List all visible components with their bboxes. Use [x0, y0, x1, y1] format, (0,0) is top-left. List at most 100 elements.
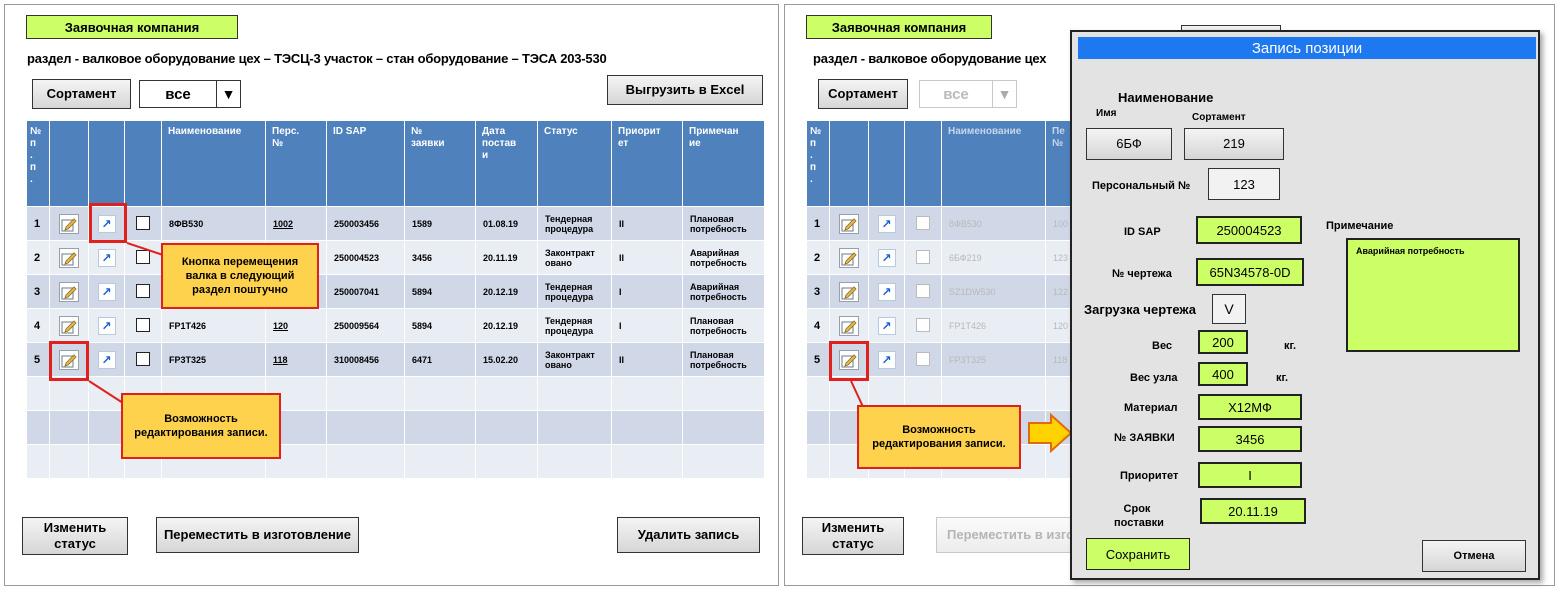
change-status-button[interactable]: Изменить статус — [22, 517, 128, 555]
name-field[interactable]: 6БФ — [1086, 128, 1172, 160]
move-arrow-icon[interactable]: ↗ — [877, 248, 896, 267]
move-arrow-icon[interactable]: ↗ — [97, 248, 116, 267]
drawing-upload-button[interactable]: V — [1212, 294, 1246, 324]
cell-edit[interactable] — [829, 240, 869, 275]
move-to-production-button[interactable]: Переместить в изготовление — [156, 517, 359, 553]
drawing-number-field[interactable]: 65N34578-0D — [1196, 258, 1304, 286]
edit-record-icon[interactable] — [839, 213, 859, 234]
dropdown-arrow-icon[interactable]: ▼ — [992, 81, 1016, 107]
move-arrow-icon[interactable]: ↗ — [877, 316, 896, 335]
filter-select[interactable]: все ▼ — [139, 80, 241, 108]
move-arrow-icon[interactable]: ↗ — [97, 316, 116, 335]
cell-check[interactable] — [904, 342, 942, 377]
company-button[interactable]: Заявочная компания — [806, 15, 992, 39]
col-header-num: № п . п . — [26, 120, 50, 207]
edit-record-icon[interactable] — [839, 281, 859, 302]
save-button[interactable]: Сохранить — [1086, 538, 1190, 570]
cell-edit[interactable] — [49, 240, 89, 275]
row-checkbox[interactable] — [136, 351, 150, 366]
weight-unit: кг. — [1284, 340, 1297, 352]
idsap-field[interactable]: 250004523 — [1196, 216, 1302, 244]
delivery-date-field[interactable]: 20.11.19 — [1200, 498, 1306, 524]
sortament-button[interactable]: Сортамент — [32, 79, 131, 109]
cell-edit[interactable] — [829, 274, 869, 309]
table-row[interactable]: 3 ↗ SZ1DW530 122 — [806, 274, 1107, 309]
row-checkbox[interactable] — [136, 317, 150, 332]
edit-record-icon[interactable] — [59, 213, 79, 234]
cell-move[interactable]: ↗ — [88, 274, 125, 309]
move-arrow-icon[interactable]: ↗ — [877, 350, 896, 369]
cell-edit[interactable] — [49, 308, 89, 343]
note-field[interactable]: Аварийная потребность — [1346, 238, 1520, 352]
cell-edit[interactable] — [829, 206, 869, 241]
cancel-button[interactable]: Отмена — [1422, 540, 1526, 572]
cell-move[interactable]: ↗ — [88, 308, 125, 343]
table-row[interactable]: 4 ↗ FP1T426 120 250009564 5894 20.12.19 … — [26, 308, 765, 343]
cell-move[interactable]: ↗ — [868, 206, 905, 241]
company-button[interactable]: Заявочная компания — [26, 15, 238, 39]
cell-move[interactable]: ↗ — [868, 274, 905, 309]
sortament-field[interactable]: 219 — [1184, 128, 1284, 160]
cell-move[interactable]: ↗ — [868, 342, 905, 377]
filter-select[interactable]: все ▼ — [919, 80, 1017, 108]
cell-check[interactable] — [124, 206, 162, 241]
edit-record-icon[interactable] — [59, 315, 79, 336]
cell-edit[interactable] — [829, 308, 869, 343]
node-weight-field[interactable]: 400 — [1198, 362, 1248, 386]
record-dialog: Запись позиции Наименование Имя Сортамен… — [1070, 30, 1540, 580]
move-arrow-icon[interactable]: ↗ — [877, 282, 896, 301]
edit-record-icon[interactable] — [839, 247, 859, 268]
drawing-upload-label: Загрузка чертежа — [1084, 302, 1197, 317]
export-excel-button[interactable]: Выгрузить в Excel — [607, 75, 763, 105]
row-checkbox[interactable] — [136, 283, 150, 298]
edit-record-icon[interactable] — [59, 281, 79, 302]
cell-check[interactable] — [124, 240, 162, 275]
table-row[interactable]: 5 ↗ FP3T325 118 310008456 6471 15.02.20 … — [26, 342, 765, 377]
cell-edit[interactable] — [49, 274, 89, 309]
row-checkbox[interactable] — [136, 215, 150, 230]
table-row[interactable]: 2 ↗ 250004523 3456 20.11.19 Законтракт о… — [26, 240, 765, 275]
edit-record-icon[interactable] — [839, 315, 859, 336]
cell-move[interactable]: ↗ — [88, 240, 125, 275]
table-row[interactable]: 1 ↗ 8ФВ530 100 — [806, 206, 1107, 241]
row-checkbox[interactable] — [916, 215, 930, 230]
cell-check[interactable] — [124, 308, 162, 343]
cell-move[interactable]: ↗ — [88, 342, 125, 377]
sortament-button[interactable]: Сортамент — [818, 79, 908, 109]
row-checkbox[interactable] — [916, 283, 930, 298]
personal-number-field[interactable]: 123 — [1208, 168, 1280, 200]
cell-check[interactable] — [124, 342, 162, 377]
edit-button-highlight — [829, 341, 869, 381]
row-checkbox[interactable] — [916, 249, 930, 264]
cell-check[interactable] — [904, 240, 942, 275]
move-arrow-icon[interactable]: ↗ — [97, 282, 116, 301]
delete-record-button[interactable]: Удалить запись — [617, 517, 760, 553]
cell-check[interactable] — [904, 308, 942, 343]
cell-check[interactable] — [904, 274, 942, 309]
cell-check[interactable] — [904, 206, 942, 241]
row-checkbox[interactable] — [916, 317, 930, 332]
cell-name: SZ1DW530 — [941, 274, 1046, 309]
cell-move[interactable]: ↗ — [868, 308, 905, 343]
priority-field[interactable]: I — [1198, 462, 1302, 488]
cell-check[interactable] — [124, 274, 162, 309]
edit-record-icon[interactable] — [59, 247, 79, 268]
request-number-label: № ЗАЯВКИ — [1114, 432, 1175, 444]
dropdown-arrow-icon[interactable]: ▼ — [216, 81, 240, 107]
change-status-button[interactable]: Изменить статус — [802, 517, 904, 555]
move-arrow-icon[interactable]: ↗ — [877, 214, 896, 233]
request-number-field[interactable]: 3456 — [1198, 426, 1302, 452]
table-row[interactable]: 1 ↗ 8ФВ530 1002 250003456 1589 01.08.19 … — [26, 206, 765, 241]
callout-move-button: Кнопка перемещения валка в следующий раз… — [161, 243, 319, 309]
table-row[interactable]: 4 ↗ FP1T426 120 — [806, 308, 1107, 343]
move-arrow-icon[interactable]: ↗ — [97, 350, 116, 369]
material-field[interactable]: Х12МФ — [1198, 394, 1302, 420]
table-row[interactable]: 3 ↗ 250007041 5894 20.12.19 Тендерная пр… — [26, 274, 765, 309]
arrow-right-icon — [1028, 413, 1073, 453]
cell-move[interactable]: ↗ — [868, 240, 905, 275]
cell-edit[interactable] — [49, 206, 89, 241]
row-checkbox[interactable] — [916, 351, 930, 366]
table-row[interactable]: 2 ↗ 6БФ219 123 — [806, 240, 1107, 275]
weight-field[interactable]: 200 — [1198, 330, 1248, 354]
row-checkbox[interactable] — [136, 249, 150, 264]
